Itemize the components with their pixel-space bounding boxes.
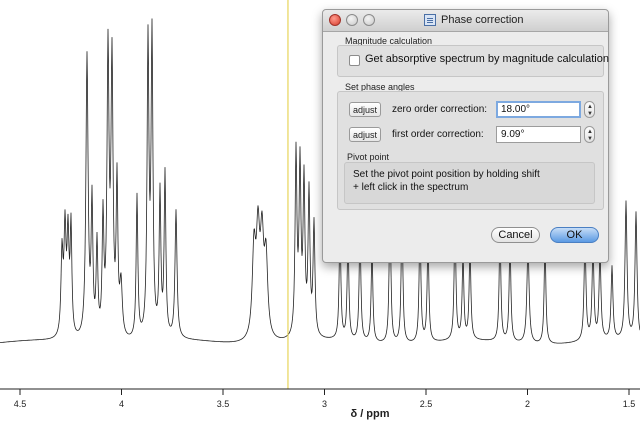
x-tick-label: 2 xyxy=(525,399,530,409)
magnitude-checkbox-label[interactable]: Get absorptive spectrum by magnitude cal… xyxy=(365,53,609,65)
first-order-input[interactable]: 9.09° xyxy=(496,126,581,143)
x-tick-label: 3.5 xyxy=(217,399,230,409)
x-tick-label: 4.5 xyxy=(14,399,27,409)
stepper-down-icon[interactable]: ▼ xyxy=(587,136,593,142)
x-axis-ticks: 4.5 4 3.5 3 2.5 2 1.5 xyxy=(14,389,636,409)
minimize-window-icon[interactable] xyxy=(346,14,358,26)
phase-group: adjust zero order correction: 18.00° ▲ ▼… xyxy=(337,91,604,210)
x-tick-label: 4 xyxy=(119,399,124,409)
stepper-up-icon[interactable]: ▲ xyxy=(587,129,593,135)
zero-order-input[interactable]: 18.00° xyxy=(496,101,581,118)
zoom-window-icon[interactable] xyxy=(363,14,375,26)
zero-order-label: zero order correction: xyxy=(392,104,488,115)
pivot-hint-line-2: + left click in the spectrum xyxy=(353,182,469,193)
first-order-stepper[interactable]: ▲ ▼ xyxy=(584,126,595,143)
close-window-icon[interactable] xyxy=(329,14,341,26)
stepper-down-icon[interactable]: ▼ xyxy=(587,111,593,117)
phase-correction-dialog: Phase correction Magnitude calculation G… xyxy=(322,9,609,263)
pivot-hint-line-1: Set the pivot point position by holding … xyxy=(353,169,540,180)
window-title: Phase correction xyxy=(441,14,524,26)
first-order-adjust-button[interactable]: adjust xyxy=(349,127,381,142)
x-tick-label: 2.5 xyxy=(420,399,433,409)
pivot-group: Set the pivot point position by holding … xyxy=(344,162,595,204)
first-order-label: first order correction: xyxy=(392,129,484,140)
ok-button[interactable]: OK xyxy=(550,227,599,243)
table-window-icon xyxy=(424,14,436,26)
magnitude-checkbox[interactable] xyxy=(349,55,360,66)
zero-order-adjust-button[interactable]: adjust xyxy=(349,102,381,117)
x-tick-label: 1.5 xyxy=(623,399,636,409)
cancel-button[interactable]: Cancel xyxy=(491,227,540,243)
x-tick-label: 3 xyxy=(322,399,327,409)
zero-order-stepper[interactable]: ▲ ▼ xyxy=(584,101,595,118)
x-axis-label: δ / ppm xyxy=(350,408,389,420)
magnitude-group: Get absorptive spectrum by magnitude cal… xyxy=(337,45,609,77)
title-bar[interactable]: Phase correction xyxy=(323,10,608,32)
pivot-section-label: Pivot point xyxy=(347,152,390,162)
stepper-up-icon[interactable]: ▲ xyxy=(587,104,593,110)
